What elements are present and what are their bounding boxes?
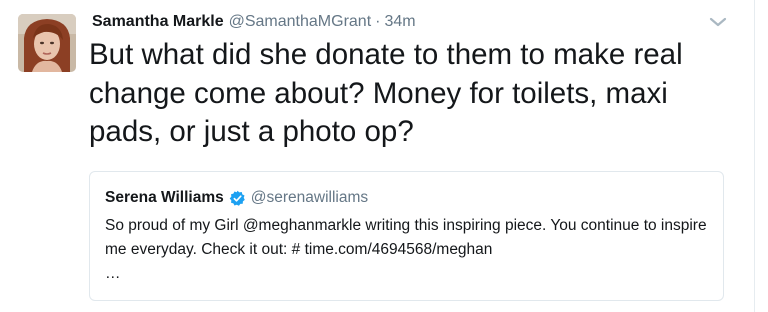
column-divider xyxy=(754,0,755,312)
quoted-tweet-ellipsis: … xyxy=(105,265,121,282)
quoted-tweet-header: Serena Williams @serenawilliams xyxy=(105,188,368,208)
avatar[interactable] xyxy=(18,14,76,72)
tweet-header: Samantha Markle @SamanthaMGrant · 34m xyxy=(92,12,416,32)
tweet-text: But what did she donate to them to make … xyxy=(89,38,683,148)
tweet-timestamp[interactable]: 34m xyxy=(384,12,415,32)
quoted-author-handle: @serenawilliams xyxy=(250,189,369,206)
chevron-down-icon[interactable] xyxy=(708,14,728,30)
author-name[interactable]: Samantha Markle xyxy=(92,12,224,32)
quoted-tweet-card[interactable]: Serena Williams @serenawilliams So proud… xyxy=(89,171,724,301)
quoted-author-name: Serena Williams xyxy=(105,189,224,206)
quoted-tweet-text: So proud of my Girl @meghanmarkle writin… xyxy=(105,217,707,258)
verified-badge-icon xyxy=(229,190,246,207)
avatar-photo xyxy=(18,14,76,72)
author-handle[interactable]: @SamanthaMGrant xyxy=(229,12,372,32)
header-separator: · xyxy=(375,13,381,30)
tweet-view: Samantha Markle @SamanthaMGrant · 34m Bu… xyxy=(0,0,768,312)
